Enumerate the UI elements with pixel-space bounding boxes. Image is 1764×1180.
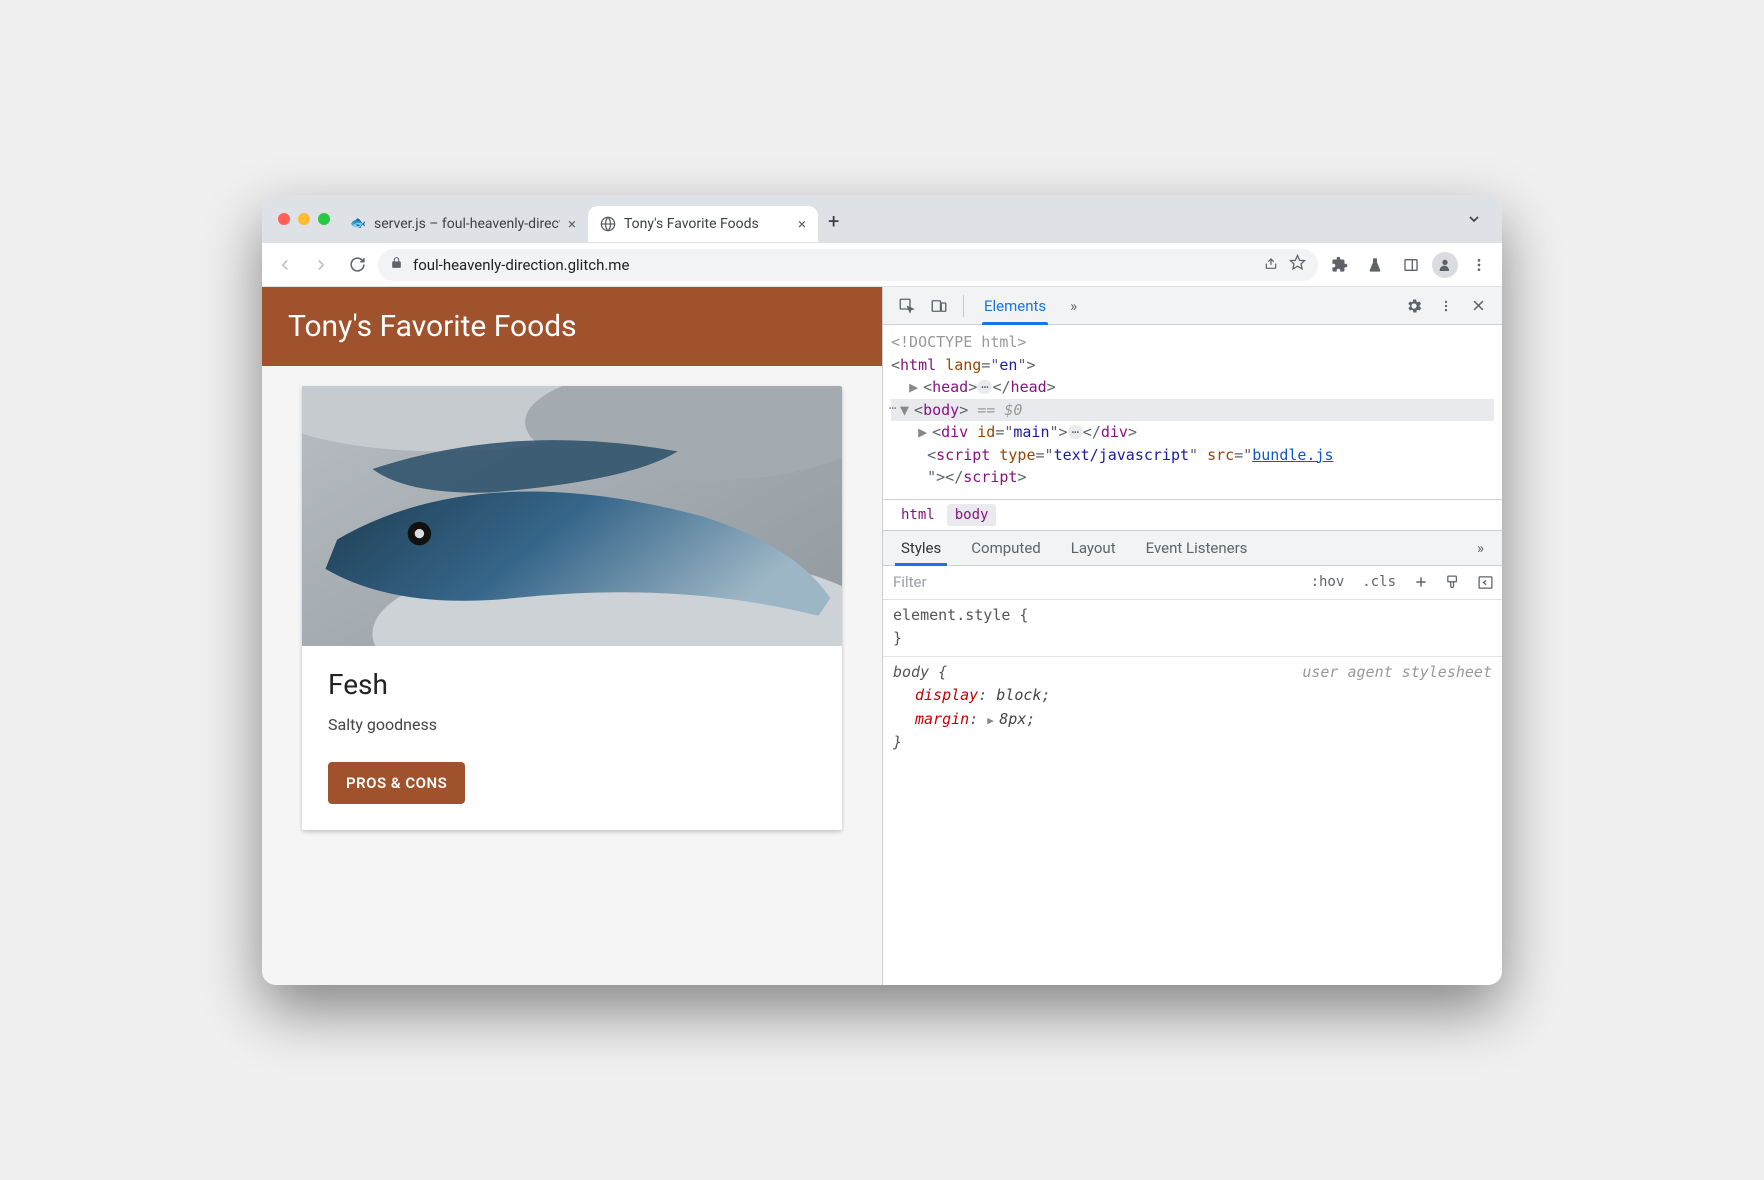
styles-tab-event-listeners[interactable]: Event Listeners bbox=[1134, 531, 1260, 565]
window-controls bbox=[272, 213, 338, 225]
styles-tabbar: Styles Computed Layout Event Listeners » bbox=[883, 530, 1502, 566]
food-card: Fesh Salty goodness PROS & CONS bbox=[302, 386, 842, 830]
styles-tabs-more[interactable]: » bbox=[1465, 531, 1496, 565]
new-tab-button[interactable]: + bbox=[818, 209, 849, 233]
devtools-tab-elements[interactable]: Elements bbox=[974, 287, 1056, 324]
styles-brush-icon[interactable] bbox=[1440, 574, 1466, 591]
styles-panel-toggle-icon[interactable] bbox=[1472, 574, 1498, 591]
bookmark-star-icon[interactable] bbox=[1289, 254, 1306, 275]
hov-toggle[interactable]: :hov bbox=[1305, 574, 1351, 590]
dom-node-body[interactable]: ▼<body> == $0 bbox=[891, 399, 1494, 422]
browser-menu-button[interactable] bbox=[1464, 250, 1494, 280]
card-title: Fesh bbox=[328, 668, 816, 701]
rule-source: user agent stylesheet bbox=[1302, 661, 1492, 684]
back-button[interactable] bbox=[270, 250, 300, 280]
pros-cons-button[interactable]: PROS & CONS bbox=[328, 762, 465, 804]
doctype: <!DOCTYPE html> bbox=[891, 333, 1026, 351]
rule-body-selector: body { bbox=[893, 663, 947, 681]
share-icon[interactable] bbox=[1263, 255, 1279, 275]
tab-close-icon[interactable]: × bbox=[568, 215, 576, 233]
device-toolbar-icon[interactable] bbox=[925, 297, 953, 315]
rule-element-style: element.style { bbox=[893, 606, 1028, 624]
devtools-menu-icon[interactable] bbox=[1432, 298, 1460, 314]
expand-div-icon[interactable]: ▶ bbox=[918, 421, 932, 444]
fish-favicon-icon: 🐟 bbox=[350, 216, 366, 232]
devtools-toolbar: Elements » bbox=[883, 287, 1502, 325]
card-body: Fesh Salty goodness PROS & CONS bbox=[302, 646, 842, 830]
fish-image bbox=[302, 386, 842, 646]
breadcrumb-html[interactable]: html bbox=[893, 504, 943, 526]
styles-filterbar: Filter :hov .cls bbox=[883, 566, 1502, 600]
styles-rules[interactable]: element.style { } user agent stylesheet … bbox=[883, 600, 1502, 781]
devtools-panel: Elements » <!DOCTYPE html> <html lang="e… bbox=[882, 287, 1502, 985]
address-bar[interactable]: foul-heavenly-direction.glitch.me bbox=[378, 249, 1318, 281]
cls-toggle[interactable]: .cls bbox=[1356, 574, 1402, 590]
tab-close-icon[interactable]: × bbox=[798, 215, 806, 233]
tab-list-button[interactable] bbox=[1456, 211, 1492, 231]
dom-breadcrumbs: html body bbox=[883, 499, 1502, 530]
styles-tab-computed[interactable]: Computed bbox=[959, 531, 1053, 565]
devtools-tabs-more[interactable]: » bbox=[1060, 287, 1087, 324]
browser-tab[interactable]: 🐟 server.js – foul-heavenly-direct × bbox=[338, 206, 588, 242]
browser-toolbar: foul-heavenly-direction.glitch.me bbox=[262, 243, 1502, 287]
close-window-button[interactable] bbox=[278, 213, 290, 225]
devtools-close-icon[interactable] bbox=[1464, 298, 1492, 313]
tab-title: server.js – foul-heavenly-direct bbox=[374, 216, 560, 232]
styles-tab-layout[interactable]: Layout bbox=[1059, 531, 1128, 565]
new-style-rule-icon[interactable] bbox=[1408, 574, 1434, 590]
profile-button[interactable] bbox=[1432, 252, 1458, 278]
script-src-link[interactable]: bundle.js bbox=[1252, 446, 1333, 464]
minimize-window-button[interactable] bbox=[298, 213, 310, 225]
page-viewport: Tony's Favorite Foods bbox=[262, 287, 882, 985]
extensions-button[interactable] bbox=[1324, 250, 1354, 280]
browser-tab-active[interactable]: Tony's Favorite Foods × bbox=[588, 206, 818, 242]
labs-button[interactable] bbox=[1360, 250, 1390, 280]
devtools-settings-icon[interactable] bbox=[1400, 297, 1428, 315]
dom-tree[interactable]: <!DOCTYPE html> <html lang="en"> ▶<head>… bbox=[883, 325, 1502, 499]
url-text: foul-heavenly-direction.glitch.me bbox=[413, 256, 1253, 274]
maximize-window-button[interactable] bbox=[318, 213, 330, 225]
sidepanel-button[interactable] bbox=[1396, 250, 1426, 280]
reload-button[interactable] bbox=[342, 250, 372, 280]
tab-title: Tony's Favorite Foods bbox=[624, 216, 790, 232]
breadcrumb-body[interactable]: body bbox=[947, 504, 997, 526]
tab-strip: 🐟 server.js – foul-heavenly-direct × Ton… bbox=[262, 195, 1502, 243]
inspect-element-icon[interactable] bbox=[893, 297, 921, 315]
browser-window: 🐟 server.js – foul-heavenly-direct × Ton… bbox=[262, 195, 1502, 985]
card-subtitle: Salty goodness bbox=[328, 715, 816, 734]
globe-favicon-icon bbox=[600, 216, 616, 232]
forward-button[interactable] bbox=[306, 250, 336, 280]
styles-tab-styles[interactable]: Styles bbox=[889, 531, 953, 565]
expand-head-icon[interactable]: ▶ bbox=[909, 376, 923, 399]
collapse-body-icon[interactable]: ▼ bbox=[900, 399, 914, 422]
lock-icon bbox=[390, 256, 403, 273]
page-header: Tony's Favorite Foods bbox=[262, 287, 882, 366]
styles-filter-input[interactable]: Filter bbox=[893, 573, 1299, 591]
